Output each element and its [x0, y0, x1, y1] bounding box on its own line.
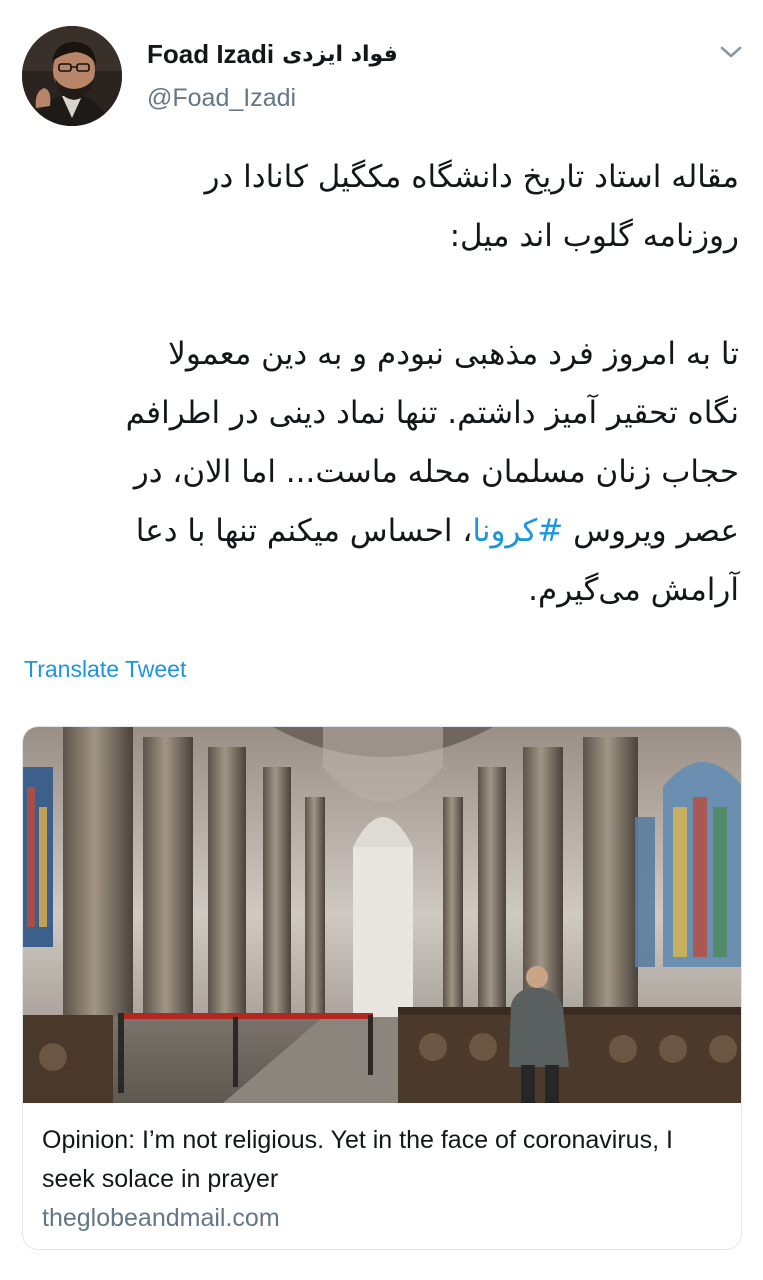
tweet-line: عصر ویروس #کرونا، احساس میکنم تنها با دع…: [19, 502, 739, 561]
tweet-text: مقاله استاد تاریخ دانشگاه مکگیل کانادا د…: [19, 148, 739, 620]
card-image[interactable]: [23, 727, 741, 1103]
tweet-line: مقاله استاد تاریخ دانشگاه مکگیل کانادا د…: [204, 159, 739, 195]
cathedral-interior-photo: [23, 727, 741, 1103]
translate-tweet-link[interactable]: Translate Tweet: [24, 656, 186, 683]
person-avatar-image: [22, 26, 122, 126]
tweet-line: روزنامه گلوب اند میل:: [449, 218, 739, 254]
tweet-line: آرامش می‌گیرم.: [528, 572, 739, 608]
card-domain[interactable]: theglobeandmail.com: [42, 1201, 280, 1235]
author-name-row[interactable]: Foad Izadi فواد ایزدی: [147, 36, 398, 72]
link-preview-card[interactable]: Opinion: I’m not religious. Yet in the f…: [22, 726, 742, 1250]
author-display-name-fa[interactable]: فواد ایزدی: [282, 42, 398, 67]
card-title[interactable]: Opinion: I’m not religious. Yet in the f…: [42, 1121, 722, 1199]
author-handle[interactable]: @Foad_Izadi: [147, 84, 296, 113]
tweet-line: نگاه تحقیر آمیز داشتم. تنها نماد دینی در…: [125, 395, 739, 431]
tweet-line: حجاب زنان مسلمان محله ماست... اما الان، …: [133, 454, 739, 490]
author-avatar[interactable]: [22, 26, 122, 126]
chevron-down-icon[interactable]: [718, 42, 744, 62]
tweet-line: تا به امروز فرد مذهبی نبودم و به دین معم…: [168, 336, 739, 372]
hashtag-link[interactable]: #کرونا: [472, 513, 563, 549]
tweet-text-segment: ، احساس میکنم تنها با دعا: [135, 513, 473, 549]
tweet-text-segment: عصر ویروس: [563, 513, 739, 549]
author-display-name[interactable]: Foad Izadi: [147, 39, 274, 70]
